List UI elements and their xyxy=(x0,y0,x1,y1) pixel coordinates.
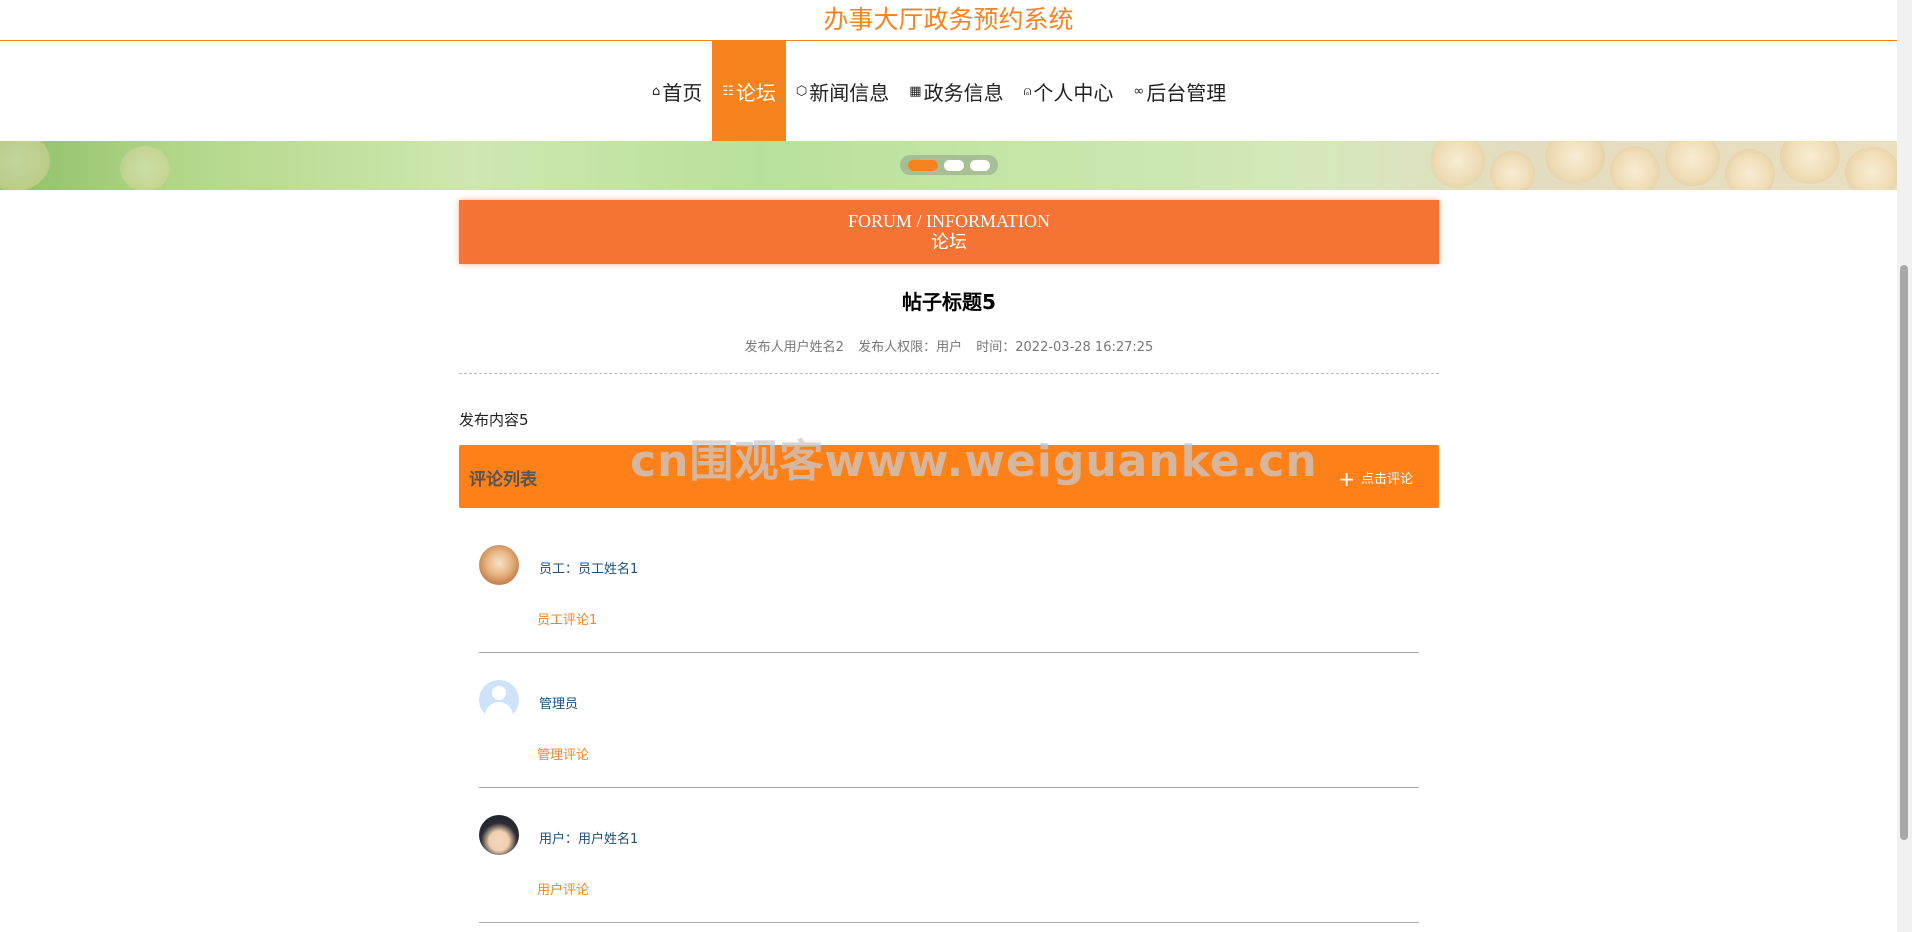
nav-item-profile[interactable]: ⍝ 个人中心 xyxy=(1014,41,1124,141)
comment-item: 管理员 管理评论 xyxy=(479,653,1419,788)
section-title-cn: 论坛 xyxy=(931,232,967,252)
cube-icon: ⬡ xyxy=(795,83,808,99)
home-icon: ⌂ xyxy=(652,83,661,99)
anime-avatar xyxy=(479,815,519,855)
nav-item-news[interactable]: ⬡ 新闻信息 xyxy=(786,41,899,141)
comment-list-header: 评论列表 + 点击评论 xyxy=(459,445,1439,508)
page: 办事大厅政务预约系统 ⌂ 首页 ☷ 论坛 ⬡ 新闻信息 ▦ 政务信息 ⍝ 个人中… xyxy=(0,0,1897,932)
gift-icon: ▦ xyxy=(909,83,922,99)
carousel-dot[interactable] xyxy=(908,160,938,171)
nav-item-government[interactable]: ▦ 政务信息 xyxy=(899,41,1013,141)
dog-avatar xyxy=(479,545,519,585)
nav-item-home[interactable]: ⌂ 首页 xyxy=(642,41,712,141)
post-author: 发布人用户姓名2 xyxy=(744,340,844,355)
link-icon: ∞ xyxy=(1133,83,1145,99)
scrollbar[interactable] xyxy=(1897,0,1912,932)
scrollbar-thumb[interactable] xyxy=(1900,265,1908,840)
nav-item-admin[interactable]: ∞ 后台管理 xyxy=(1123,41,1236,141)
nav-label: 后台管理 xyxy=(1146,80,1227,105)
comment-list-title: 评论列表 xyxy=(469,470,537,490)
add-comment-label: 点击评论 xyxy=(1360,472,1413,487)
post-divider xyxy=(459,373,1439,374)
comment-author: 用户：用户姓名1 xyxy=(539,832,639,847)
nav-label: 首页 xyxy=(662,80,703,105)
comment-text: 用户评论 xyxy=(537,883,590,898)
comment-item: 用户：用户姓名1 用户评论 xyxy=(479,788,1419,923)
user-icon: ⍝ xyxy=(1023,83,1032,99)
post-role: 发布人权限：用户 xyxy=(858,340,963,355)
comment-author: 员工：员工姓名1 xyxy=(539,562,639,577)
site-title: 办事大厅政务预约系统 xyxy=(823,5,1074,34)
nav-label: 个人中心 xyxy=(1033,80,1114,105)
comment-author: 管理员 xyxy=(539,697,579,712)
section-header: FORUM / INFORMATION 论坛 xyxy=(459,200,1439,264)
nav-label: 新闻信息 xyxy=(809,80,890,105)
comment-text: 管理评论 xyxy=(537,748,590,763)
carousel-dot[interactable] xyxy=(944,160,964,171)
default-avatar xyxy=(479,680,519,720)
banner-carousel[interactable] xyxy=(0,141,1897,190)
add-comment-button[interactable]: + 点击评论 xyxy=(1338,467,1413,491)
comment-item: 员工：员工姓名1 员工评论1 xyxy=(479,518,1419,653)
carousel-dot[interactable] xyxy=(970,160,990,171)
nav-label: 政务信息 xyxy=(923,80,1004,105)
post-content: 发布内容5 xyxy=(459,411,529,429)
nav-label: 论坛 xyxy=(735,80,776,105)
section-title-en: FORUM / INFORMATION xyxy=(847,211,1051,231)
site-title-bar: 办事大厅政务预约系统 xyxy=(0,0,1897,41)
post-time: 时间：2022-03-28 16:27:25 xyxy=(976,340,1154,355)
nav-item-forum[interactable]: ☷ 论坛 xyxy=(712,41,786,141)
carousel-indicator xyxy=(900,155,998,175)
post-meta: 发布人用户姓名2 发布人权限：用户 时间：2022-03-28 16:27:25 xyxy=(459,336,1439,355)
plus-icon: + xyxy=(1338,467,1355,491)
post-title: 帖子标题5 xyxy=(902,290,996,314)
forum-icon: ☷ xyxy=(722,83,734,99)
main-nav: ⌂ 首页 ☷ 论坛 ⬡ 新闻信息 ▦ 政务信息 ⍝ 个人中心 ∞ 后台管理 xyxy=(0,41,1897,141)
comment-text: 员工评论1 xyxy=(537,613,598,628)
